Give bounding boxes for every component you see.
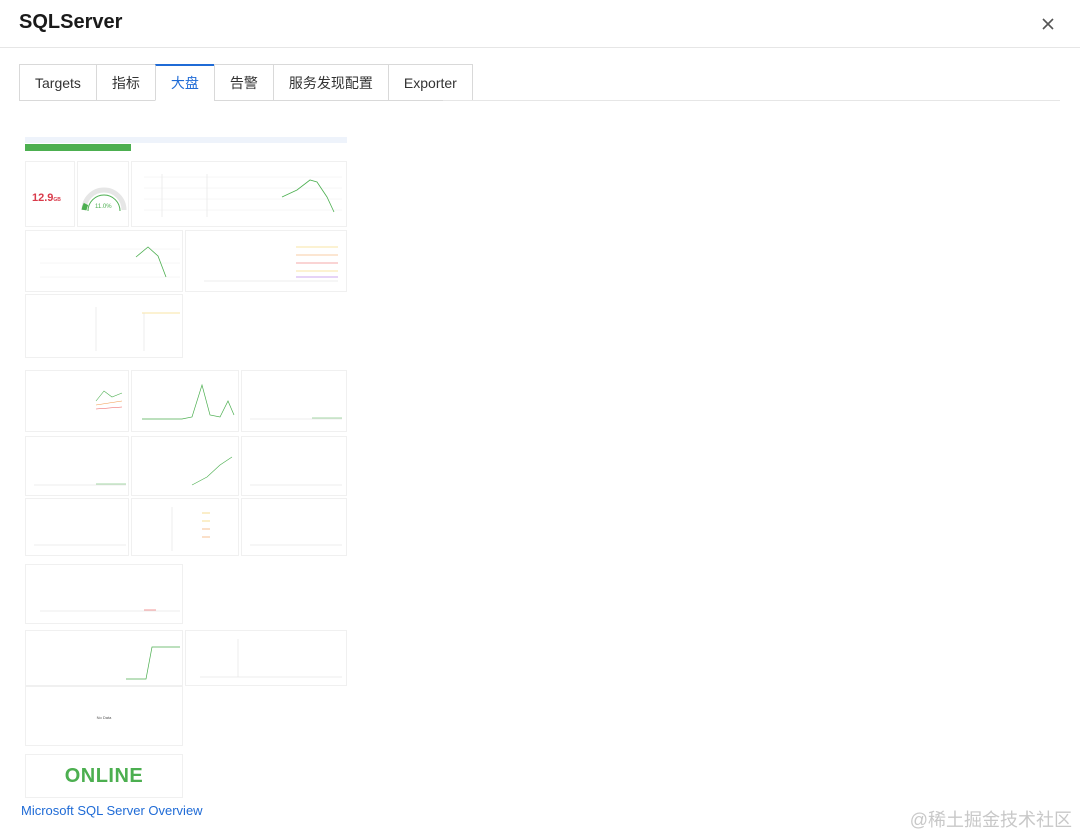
close-icon[interactable] [1036, 12, 1060, 36]
line-chart-panel-9 [131, 436, 239, 496]
line-chart-panel-11 [25, 498, 129, 556]
line-chart-panel-12 [241, 498, 347, 556]
line-chart-panel-6 [131, 370, 239, 432]
tab-exporter[interactable]: Exporter [387, 64, 473, 101]
dashboard-preview[interactable]: 12.9GB 11.0% No Data ONLINE [25, 128, 347, 800]
gauge-value: 11.0% [95, 204, 112, 210]
line-chart-panel-1 [131, 161, 347, 227]
line-chart-panel-10 [241, 436, 347, 496]
line-chart-panel-8 [25, 436, 129, 496]
line-chart-panel-14 [25, 630, 183, 686]
line-chart-panel-7 [241, 370, 347, 432]
status-ok-bar [25, 144, 131, 151]
tab-metrics[interactable]: 指标 [95, 64, 155, 101]
dashboard-link[interactable]: Microsoft SQL Server Overview [21, 803, 203, 818]
line-chart-panel-15 [185, 630, 347, 686]
dialog-title: SQLServer [19, 11, 123, 33]
tab-alerts[interactable]: 告警 [213, 64, 273, 101]
table-panel [131, 498, 239, 556]
memory-value: 12.9 [32, 192, 54, 204]
gauge-panel: 11.0% [77, 161, 129, 227]
no-data-text: No Data [96, 715, 112, 720]
tab-service-discovery[interactable]: 服务发现配置 [272, 64, 388, 101]
status-bar-panel [25, 137, 347, 153]
line-chart-panel-5 [25, 370, 129, 432]
tab-divider [443, 100, 1060, 101]
no-data-panel: No Data [25, 686, 183, 746]
memory-unit: GB [53, 197, 61, 203]
status-panel: ONLINE [25, 754, 183, 798]
tab-dashboard[interactable]: 大盘 [154, 64, 214, 101]
tab-targets[interactable]: Targets [19, 64, 96, 101]
line-chart-panel-3 [185, 230, 347, 292]
watermark: @稀土掘金技术社区 [909, 810, 1072, 830]
line-chart-panel-4 [25, 294, 183, 358]
online-status: ONLINE [64, 765, 144, 787]
memory-stat-panel: 12.9GB [25, 161, 75, 227]
line-chart-panel-13 [25, 564, 183, 624]
line-chart-panel-2 [25, 230, 183, 292]
tab-bar: Targets 指标 大盘 告警 服务发现配置 Exporter [19, 64, 473, 101]
dialog-header: SQLServer [0, 0, 1080, 48]
